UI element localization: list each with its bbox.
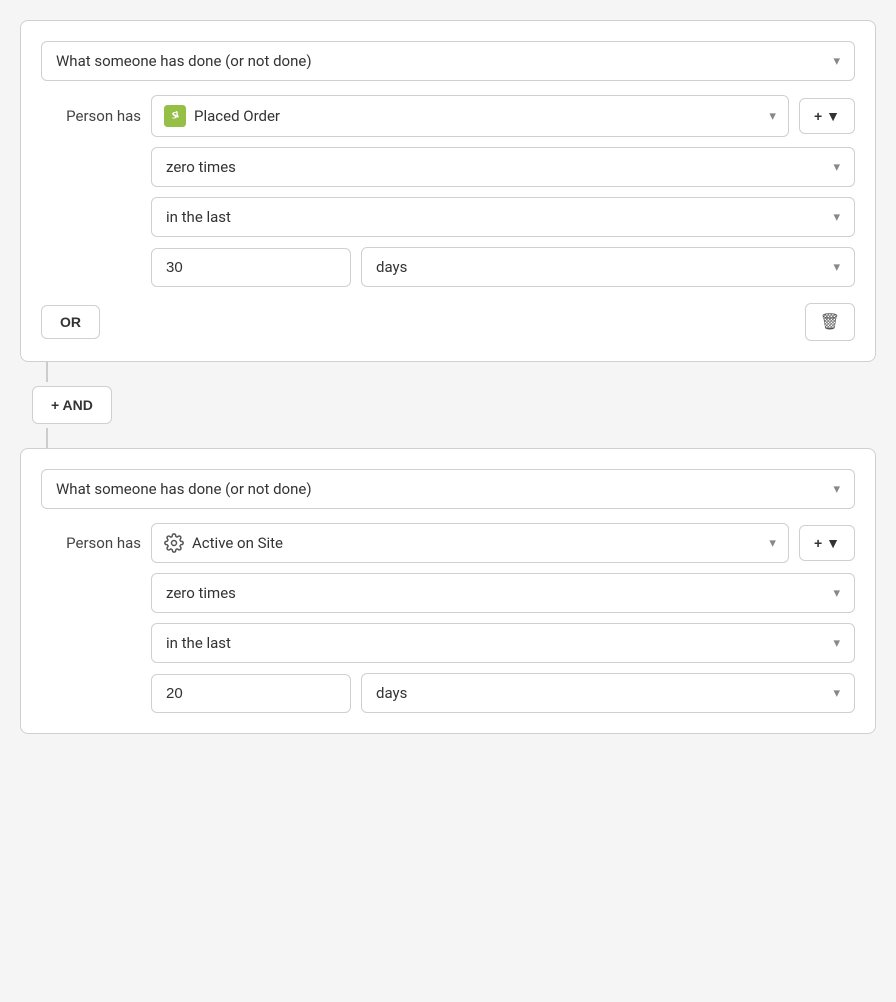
condition-type-label-2: What someone has done (or not done) xyxy=(56,480,312,498)
add-filter-button-2[interactable]: + ▼ xyxy=(799,525,855,561)
person-has-label-2: Person has xyxy=(41,534,141,552)
condition-type-select-1[interactable]: What someone has done (or not done) ▾ xyxy=(41,41,855,81)
chevron-down-icon-time-1: ▾ xyxy=(833,210,840,225)
filter-plus-icon-1: + xyxy=(814,108,822,124)
frequency-label-2: zero times xyxy=(166,584,236,602)
or-button-1[interactable]: OR xyxy=(41,305,100,339)
number-unit-row-1: days ▾ xyxy=(151,247,855,287)
chevron-down-icon-event-2: ▾ xyxy=(769,536,776,551)
unit-label-2: days xyxy=(376,684,407,702)
event-label-1: Placed Order xyxy=(194,107,280,125)
vertical-line-1 xyxy=(46,362,48,382)
number-input-2[interactable] xyxy=(151,674,351,713)
shopify-icon-1 xyxy=(164,105,186,127)
unit-select-1[interactable]: days ▾ xyxy=(361,247,855,287)
condition-block-1: What someone has done (or not done) ▾ Pe… xyxy=(20,20,876,362)
frequency-select-2[interactable]: zero times ▾ xyxy=(151,573,855,613)
event-select-1[interactable]: Placed Order ▾ xyxy=(151,95,789,137)
chevron-down-icon-1: ▾ xyxy=(833,54,840,69)
unit-select-2[interactable]: days ▾ xyxy=(361,673,855,713)
event-select-inner-1: Placed Order xyxy=(164,105,280,127)
filter-funnel-icon-1: ▼ xyxy=(826,108,840,124)
bottom-row-1: OR 🗑 xyxy=(41,303,855,341)
filter-funnel-icon-2: ▼ xyxy=(826,535,840,551)
timeframe-select-2[interactable]: in the last ▾ xyxy=(151,623,855,663)
person-has-row-1: Person has Placed Order ▾ + ▼ xyxy=(41,95,855,137)
chevron-down-icon-freq-2: ▾ xyxy=(833,586,840,601)
chevron-down-icon-unit-1: ▾ xyxy=(833,260,840,275)
timeframe-label-2: in the last xyxy=(166,634,231,652)
vertical-line-2 xyxy=(46,428,48,448)
event-select-inner-2: Active on Site xyxy=(164,533,283,553)
number-unit-row-2: days ▾ xyxy=(151,673,855,713)
timeframe-select-1[interactable]: in the last ▾ xyxy=(151,197,855,237)
chevron-down-icon-time-2: ▾ xyxy=(833,636,840,651)
chevron-down-icon-freq-1: ▾ xyxy=(833,160,840,175)
and-connector: + AND xyxy=(20,362,876,448)
event-select-2[interactable]: Active on Site ▾ xyxy=(151,523,789,563)
condition-type-select-2[interactable]: What someone has done (or not done) ▾ xyxy=(41,469,855,509)
chevron-down-icon-unit-2: ▾ xyxy=(833,686,840,701)
frequency-select-1[interactable]: zero times ▾ xyxy=(151,147,855,187)
chevron-down-icon-2: ▾ xyxy=(833,482,840,497)
condition-type-row-2: What someone has done (or not done) ▾ xyxy=(41,469,855,509)
trash-icon-1: 🗑 xyxy=(820,314,840,331)
condition-block-2: What someone has done (or not done) ▾ Pe… xyxy=(20,448,876,734)
condition-type-label-1: What someone has done (or not done) xyxy=(56,52,312,70)
and-button[interactable]: + AND xyxy=(32,386,112,424)
gear-icon-1 xyxy=(164,533,184,553)
person-has-label-1: Person has xyxy=(41,107,141,125)
person-has-row-2: Person has Active on Site ▾ + ▼ xyxy=(41,523,855,563)
timeframe-label-1: in the last xyxy=(166,208,231,226)
delete-button-1[interactable]: 🗑 xyxy=(805,303,855,341)
unit-label-1: days xyxy=(376,258,407,276)
chevron-down-icon-event-1: ▾ xyxy=(769,109,776,124)
event-label-2: Active on Site xyxy=(192,534,283,552)
add-filter-button-1[interactable]: + ▼ xyxy=(799,98,855,134)
frequency-label-1: zero times xyxy=(166,158,236,176)
filter-plus-icon-2: + xyxy=(814,535,822,551)
condition-type-row-1: What someone has done (or not done) ▾ xyxy=(41,41,855,81)
number-input-1[interactable] xyxy=(151,248,351,287)
sub-selects-col-2: zero times ▾ in the last ▾ days ▾ xyxy=(151,573,855,713)
sub-selects-col-1: zero times ▾ in the last ▾ days ▾ xyxy=(151,147,855,287)
